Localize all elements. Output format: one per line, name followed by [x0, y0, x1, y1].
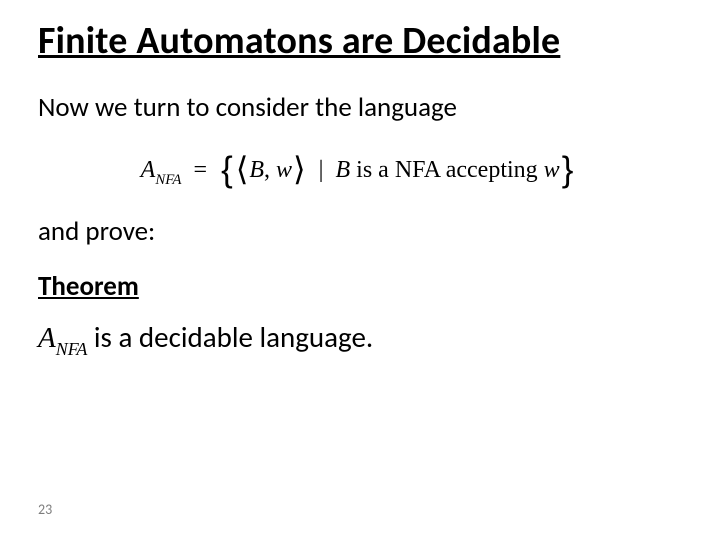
formula-tuple-var2: w [276, 157, 292, 183]
rbrace-icon: } [560, 150, 576, 189]
slide-title: Finite Automatons are Decidable [38, 20, 678, 64]
formula-tuple-var1: B [249, 157, 264, 183]
formula-comma: , [264, 157, 270, 183]
formula-bar: | [319, 157, 324, 183]
langle-icon: ⟨ [235, 151, 250, 187]
formula-rhs-var: B [335, 157, 350, 183]
page-number: 23 [38, 501, 52, 518]
theorem-rest: is a decidable language. [87, 319, 373, 355]
formula-lhs-var: A [141, 157, 156, 183]
and-prove-text: and prove: [38, 216, 678, 248]
theorem-var-sub: NFA [56, 339, 88, 359]
formula-block: ANFA = {⟨B, w⟩ | B is a NFA accepting w} [38, 146, 678, 188]
slide: Finite Automatons are Decidable Now we t… [0, 0, 720, 540]
lbrace-icon: { [219, 150, 235, 189]
formula-lhs-sub: NFA [155, 172, 181, 188]
formula: ANFA = {⟨B, w⟩ | B is a NFA accepting w} [141, 157, 576, 183]
theorem-var: A [38, 322, 56, 354]
rangle-icon: ⟩ [292, 151, 307, 187]
theorem-statement: ANFA is a decidable language. [38, 319, 678, 359]
formula-rhs-var2: w [544, 157, 560, 183]
intro-text: Now we turn to consider the language [38, 92, 678, 124]
formula-eq: = [194, 157, 208, 183]
formula-rhs-text1: is a NFA accepting [350, 157, 544, 183]
theorem-label: Theorem [38, 270, 678, 303]
